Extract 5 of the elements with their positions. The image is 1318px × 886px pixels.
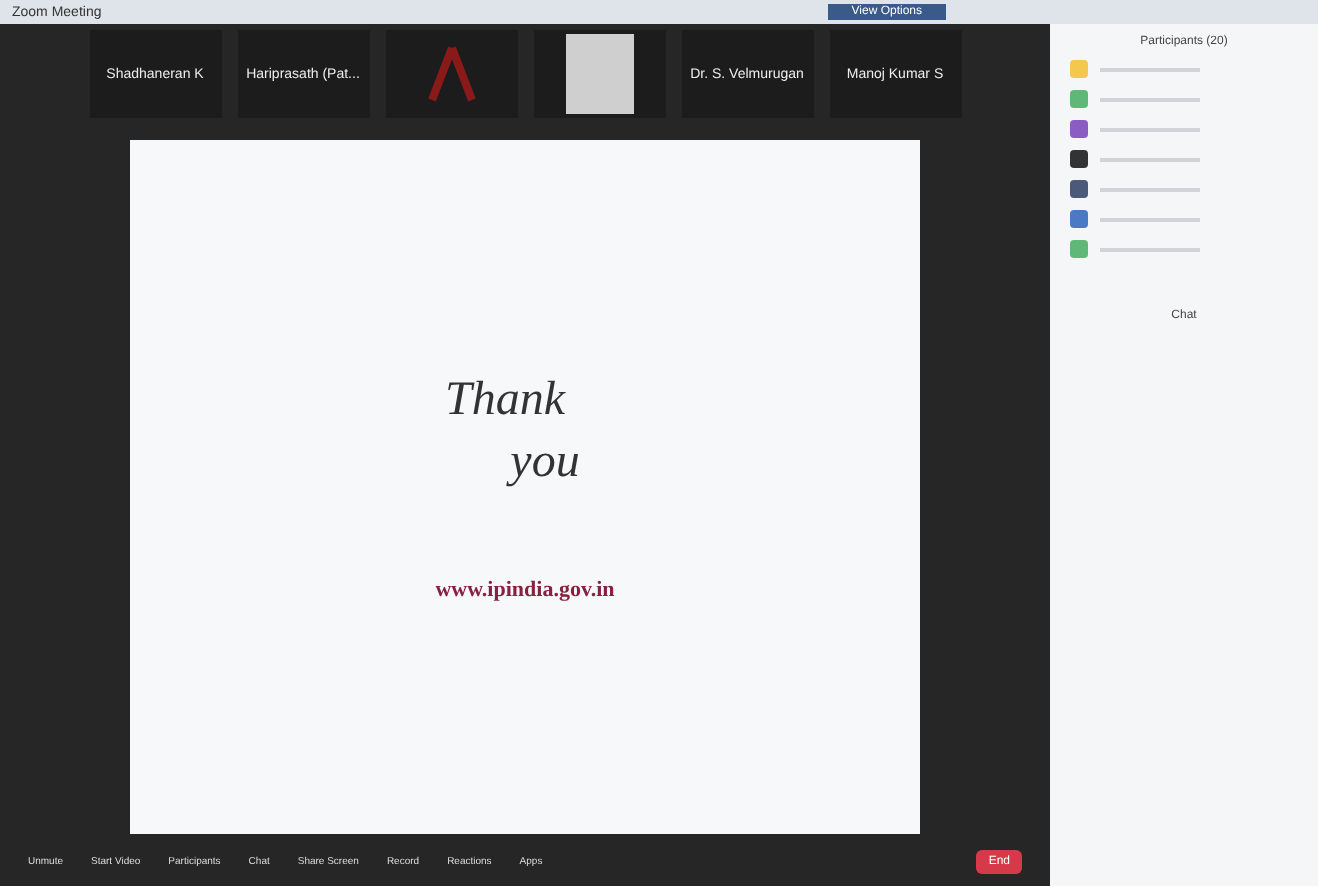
logo-icon bbox=[427, 44, 475, 104]
website-url: www.ipindia.gov.in bbox=[435, 577, 615, 601]
thank-heading: Thank bbox=[445, 373, 565, 427]
photo-placeholder bbox=[565, 34, 633, 114]
you-heading: you bbox=[510, 435, 580, 489]
